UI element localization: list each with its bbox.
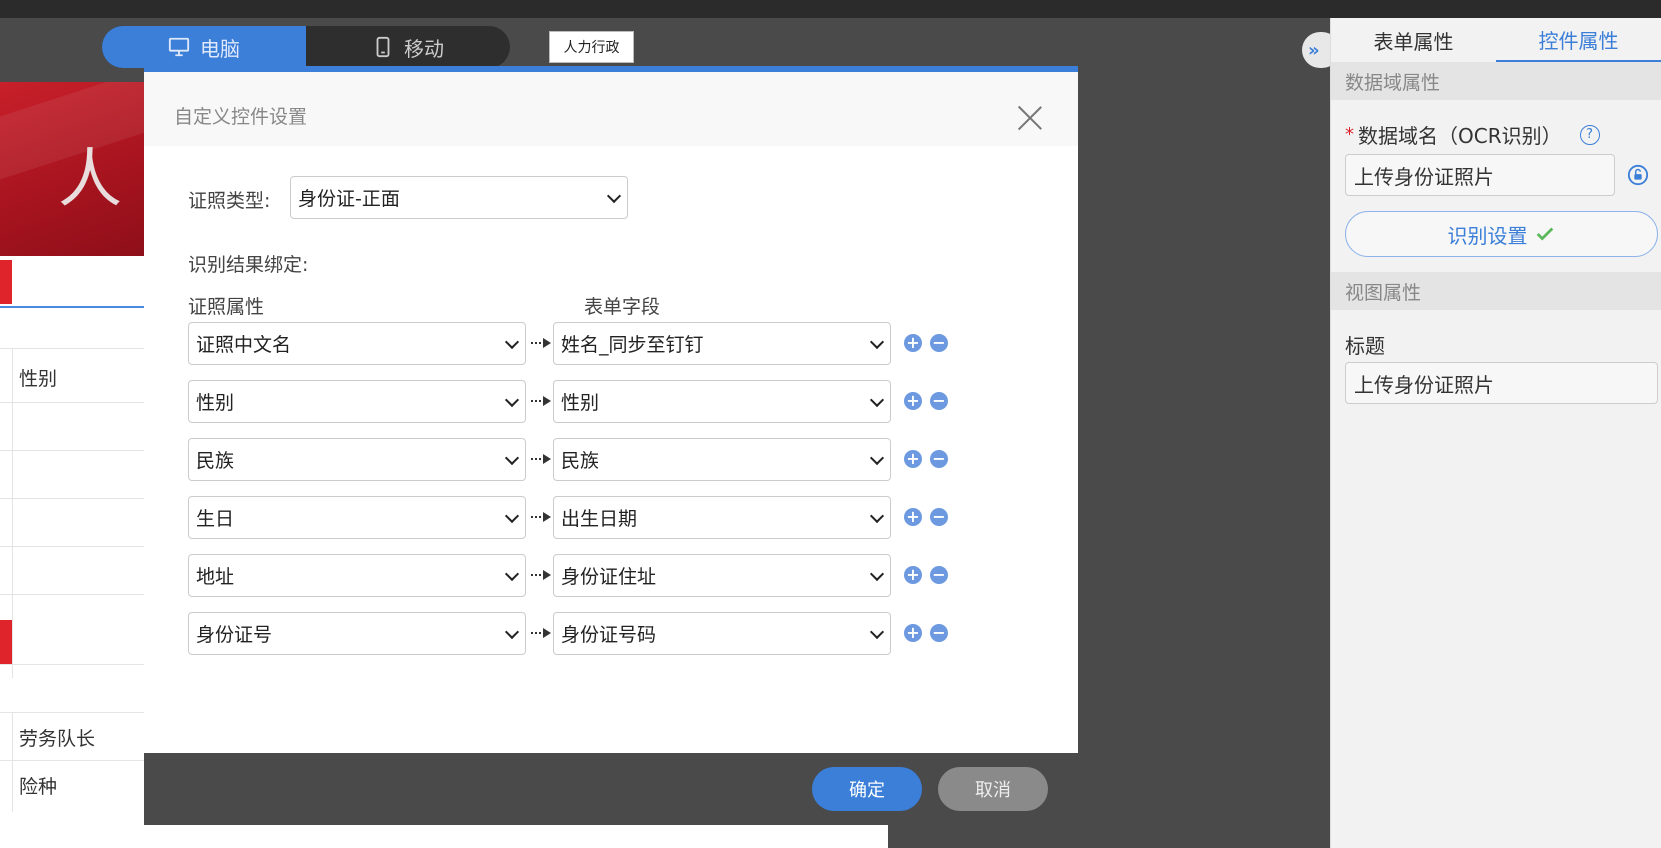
add-row-icon[interactable]: + <box>904 450 922 468</box>
unlock-icon[interactable] <box>1627 164 1649 186</box>
dialog-title: 自定义控件设置 <box>174 106 308 128</box>
add-row-icon[interactable]: + <box>904 334 922 352</box>
attr-select-0[interactable]: 证照中文名 <box>188 322 526 365</box>
attr-select-2[interactable]: 民族 <box>188 438 526 481</box>
mapping-arrow-icon <box>531 336 551 350</box>
add-row-icon[interactable]: + <box>904 508 922 526</box>
chevron-down-icon <box>869 334 885 350</box>
mobile-view-button[interactable]: 移动 <box>306 26 510 68</box>
field-label-labor-captain[interactable]: 劳务队长 <box>19 724 95 751</box>
mapping-arrow-icon <box>531 394 551 408</box>
chevron-down-icon <box>869 450 885 466</box>
field-select-5[interactable]: 身份证号码 <box>553 612 891 655</box>
add-row-icon[interactable]: + <box>904 624 922 642</box>
remove-row-icon[interactable]: − <box>930 508 948 526</box>
chevron-down-icon <box>504 566 520 582</box>
remove-row-icon[interactable]: − <box>930 624 948 642</box>
help-icon[interactable]: ? <box>1579 124 1600 145</box>
phone-icon <box>376 36 390 58</box>
data-field-label-row: * 数据域名（OCR识别） ? <box>1331 120 1600 149</box>
title-label: 标题 <box>1345 334 1385 358</box>
title-input[interactable]: 上传身份证照片 <box>1345 362 1658 404</box>
chevron-down-icon <box>869 566 885 582</box>
desktop-view-button[interactable]: 电脑 <box>102 26 306 68</box>
chevron-down-icon <box>869 624 885 640</box>
tab-control-properties[interactable]: 控件属性 <box>1496 18 1661 62</box>
chevron-down-icon <box>869 508 885 524</box>
dialog-header: 自定义控件设置 <box>144 72 1078 146</box>
cancel-button[interactable]: 取消 <box>938 767 1048 811</box>
attr-select-1[interactable]: 性别 <box>188 380 526 423</box>
section-view-properties: 视图属性 <box>1331 272 1661 310</box>
section-marker <box>0 260 12 304</box>
department-tag[interactable]: 人力行政 <box>549 31 634 63</box>
banner-text: 人 <box>58 143 122 217</box>
monitor-icon <box>168 37 190 57</box>
remove-row-icon[interactable]: − <box>930 392 948 410</box>
chevron-down-icon <box>504 392 520 408</box>
chevron-down-icon <box>504 450 520 466</box>
chevron-down-icon <box>504 624 520 640</box>
chevron-down-icon <box>504 508 520 524</box>
desktop-label: 电脑 <box>200 36 240 61</box>
double-chevron-right-icon: » <box>1308 39 1320 61</box>
ocr-settings-label: 识别设置 <box>1447 223 1528 248</box>
field-label-insurance[interactable]: 险种 <box>19 772 57 799</box>
section-marker <box>0 620 12 664</box>
mapping-arrow-icon <box>531 626 551 640</box>
mapping-arrow-icon <box>531 568 551 582</box>
field-select-2[interactable]: 民族 <box>553 438 891 481</box>
chevron-down-icon <box>504 334 520 350</box>
doc-type-value: 身份证-正面 <box>298 188 400 210</box>
attr-select-5[interactable]: 身份证号 <box>188 612 526 655</box>
device-switch: 电脑 移动 <box>102 26 510 68</box>
field-select-1[interactable]: 性别 <box>553 380 891 423</box>
doc-type-select[interactable]: 身份证-正面 <box>290 176 628 219</box>
remove-row-icon[interactable]: − <box>930 334 948 352</box>
close-icon[interactable] <box>1016 104 1044 132</box>
confirm-button[interactable]: 确定 <box>812 767 922 811</box>
field-select-3[interactable]: 出生日期 <box>553 496 891 539</box>
tab-form-properties[interactable]: 表单属性 <box>1331 18 1496 62</box>
remove-row-icon[interactable]: − <box>930 566 948 584</box>
check-icon <box>1536 227 1553 241</box>
properties-panel: 表单属性 控件属性 数据域属性 * 数据域名（OCR识别） ? 上传身份证照片 … <box>1330 18 1661 848</box>
add-row-icon[interactable]: + <box>904 392 922 410</box>
column-header-field: 表单字段 <box>584 296 661 318</box>
selection-line <box>0 306 145 308</box>
attr-select-4[interactable]: 地址 <box>188 554 526 597</box>
required-marker: * <box>1345 124 1354 145</box>
chevron-down-icon <box>606 188 622 204</box>
mapping-arrow-icon <box>531 452 551 466</box>
custom-control-dialog: 自定义控件设置 证照类型: 身份证-正面 识别结果绑定: 证照属性 表单字段 证… <box>144 66 1078 825</box>
remove-row-icon[interactable]: − <box>930 450 948 468</box>
dialog-footer: 确定 取消 <box>144 753 1078 825</box>
field-select-0[interactable]: 姓名_同步至钉钉 <box>553 322 891 365</box>
mobile-label: 移动 <box>404 36 444 61</box>
chevron-down-icon <box>869 392 885 408</box>
data-field-label: 数据域名（OCR识别） <box>1358 124 1562 148</box>
section-data-properties: 数据域属性 <box>1331 62 1661 100</box>
doc-type-label: 证照类型: <box>188 190 271 212</box>
mapping-arrow-icon <box>531 510 551 524</box>
add-row-icon[interactable]: + <box>904 566 922 584</box>
data-field-input[interactable]: 上传身份证照片 <box>1345 154 1615 196</box>
binding-label: 识别结果绑定: <box>188 254 309 276</box>
column-header-attribute: 证照属性 <box>188 296 265 318</box>
attr-select-3[interactable]: 生日 <box>188 496 526 539</box>
field-select-4[interactable]: 身份证住址 <box>553 554 891 597</box>
top-bar <box>0 0 1661 18</box>
form-banner: 人 <box>0 82 145 256</box>
ocr-settings-button[interactable]: 识别设置 <box>1345 211 1658 257</box>
field-label-gender[interactable]: 性别 <box>19 364 57 391</box>
properties-tabs: 表单属性 控件属性 <box>1331 18 1661 62</box>
